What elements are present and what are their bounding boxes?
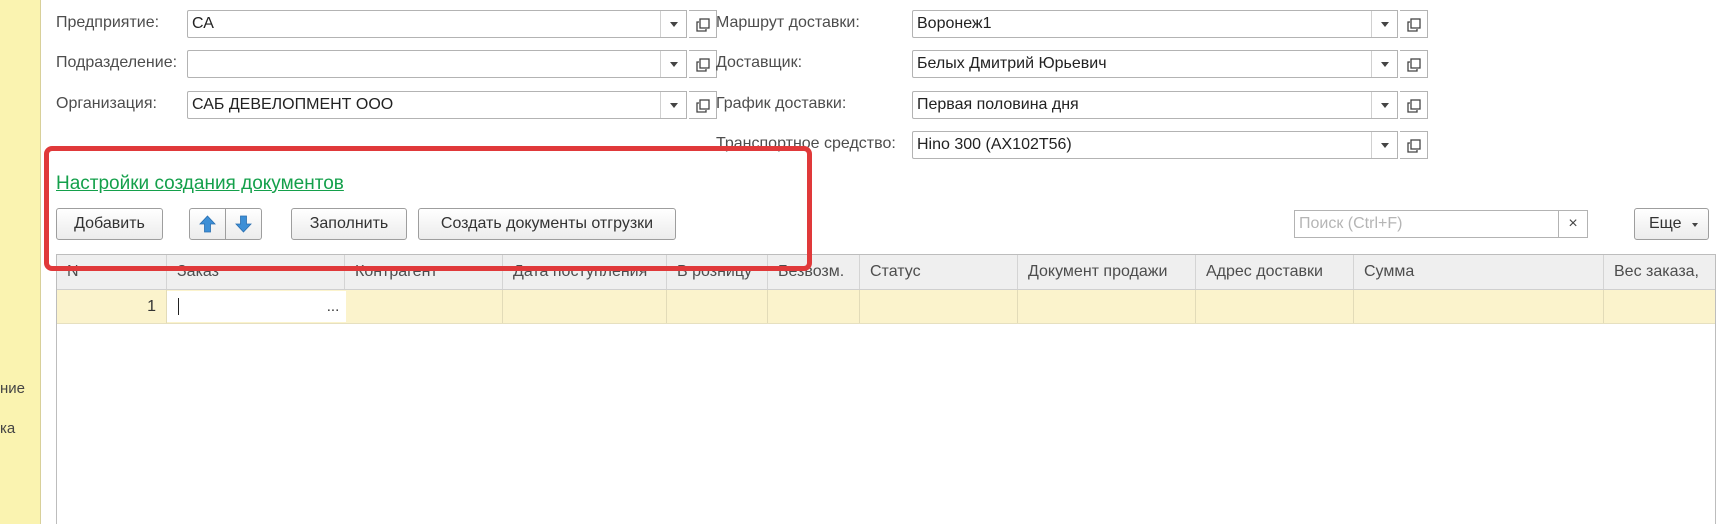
table-cell[interactable] bbox=[768, 290, 860, 323]
enterprise-value[interactable]: СА bbox=[192, 15, 214, 33]
organization-value[interactable]: САБ ДЕВЕЛОПМЕНТ ООО bbox=[192, 96, 393, 114]
open-button[interactable] bbox=[1400, 50, 1428, 78]
open-window-icon bbox=[696, 18, 710, 32]
row-number-cell: 1 bbox=[57, 290, 167, 323]
column-header[interactable]: Вес заказа, bbox=[1604, 255, 1715, 289]
open-button[interactable] bbox=[1400, 131, 1428, 159]
open-window-icon bbox=[1407, 18, 1421, 32]
column-header[interactable]: Документ продажи bbox=[1018, 255, 1196, 289]
table-cell[interactable] bbox=[1196, 290, 1354, 323]
side-panel-item[interactable]: ние bbox=[0, 380, 25, 397]
search-placeholder[interactable]: Поиск (Ctrl+F) bbox=[1299, 215, 1402, 233]
route-label: Маршрут доставки: bbox=[716, 14, 860, 31]
division-field[interactable] bbox=[187, 50, 717, 78]
deliverer-field[interactable]: Белых Дмитрий Юрьевич bbox=[912, 50, 1428, 78]
order-input[interactable] bbox=[167, 291, 321, 322]
more-button-label: Еще bbox=[1649, 215, 1682, 232]
chevron-down-icon[interactable] bbox=[660, 92, 687, 118]
open-button[interactable] bbox=[689, 50, 717, 78]
schedule-value[interactable]: Первая половина дня bbox=[917, 96, 1079, 114]
row-number: 1 bbox=[147, 298, 156, 315]
select-order-button[interactable]: ... bbox=[320, 291, 346, 322]
more-button[interactable]: Еще bbox=[1634, 208, 1709, 240]
table-cell[interactable] bbox=[503, 290, 667, 323]
organization-label: Организация: bbox=[56, 95, 157, 112]
open-window-icon bbox=[696, 58, 710, 72]
open-window-icon bbox=[1407, 139, 1421, 153]
open-button[interactable] bbox=[689, 91, 717, 119]
chevron-down-icon[interactable] bbox=[660, 11, 687, 37]
text-cursor bbox=[178, 298, 179, 315]
route-field[interactable]: Воронеж1 bbox=[912, 10, 1428, 38]
side-panel: ние ка bbox=[0, 0, 41, 524]
open-window-icon bbox=[696, 99, 710, 113]
side-panel-item[interactable]: ка bbox=[0, 420, 15, 437]
chevron-down-icon[interactable] bbox=[660, 51, 687, 77]
documents-table[interactable]: N Заказ Контрагент Дата поступления В ро… bbox=[56, 254, 1716, 524]
column-header[interactable]: Сумма bbox=[1354, 255, 1604, 289]
table-cell[interactable] bbox=[667, 290, 768, 323]
open-button[interactable] bbox=[1400, 10, 1428, 38]
open-button[interactable] bbox=[689, 10, 717, 38]
open-button[interactable] bbox=[1400, 91, 1428, 119]
highlight-annotation-frame bbox=[44, 146, 812, 271]
column-header[interactable]: Статус bbox=[860, 255, 1018, 289]
organization-field[interactable]: САБ ДЕВЕЛОПМЕНТ ООО bbox=[187, 91, 717, 119]
table-cell[interactable] bbox=[1354, 290, 1604, 323]
route-value[interactable]: Воронеж1 bbox=[917, 15, 992, 33]
enterprise-field[interactable]: СА bbox=[187, 10, 717, 38]
open-window-icon bbox=[1407, 99, 1421, 113]
chevron-down-icon[interactable] bbox=[1371, 92, 1398, 118]
division-label: Подразделение: bbox=[56, 54, 178, 71]
enterprise-label: Предприятие: bbox=[56, 14, 160, 31]
table-cell[interactable] bbox=[345, 290, 503, 323]
deliverer-label: Доставщик: bbox=[716, 54, 803, 71]
deliverer-value[interactable]: Белых Дмитрий Юрьевич bbox=[917, 55, 1107, 73]
vehicle-field[interactable]: Hino 300 (АХ102Т56) bbox=[912, 131, 1428, 159]
schedule-field[interactable]: Первая половина дня bbox=[912, 91, 1428, 119]
column-header[interactable]: Адрес доставки bbox=[1196, 255, 1354, 289]
table-cell[interactable] bbox=[1604, 290, 1715, 323]
clear-search-icon[interactable]: × bbox=[1558, 211, 1587, 237]
chevron-down-icon[interactable] bbox=[1371, 11, 1398, 37]
chevron-down-icon[interactable] bbox=[1371, 132, 1398, 158]
schedule-label: График доставки: bbox=[716, 95, 847, 112]
vehicle-value[interactable]: Hino 300 (АХ102Т56) bbox=[917, 136, 1072, 154]
table-row[interactable]: 1 ... bbox=[57, 290, 1715, 324]
chevron-down-icon bbox=[1692, 223, 1698, 227]
table-cell[interactable] bbox=[860, 290, 1018, 323]
open-window-icon bbox=[1407, 58, 1421, 72]
table-cell[interactable] bbox=[1018, 290, 1196, 323]
chevron-down-icon[interactable] bbox=[1371, 51, 1398, 77]
search-field[interactable]: Поиск (Ctrl+F) × bbox=[1294, 210, 1588, 238]
